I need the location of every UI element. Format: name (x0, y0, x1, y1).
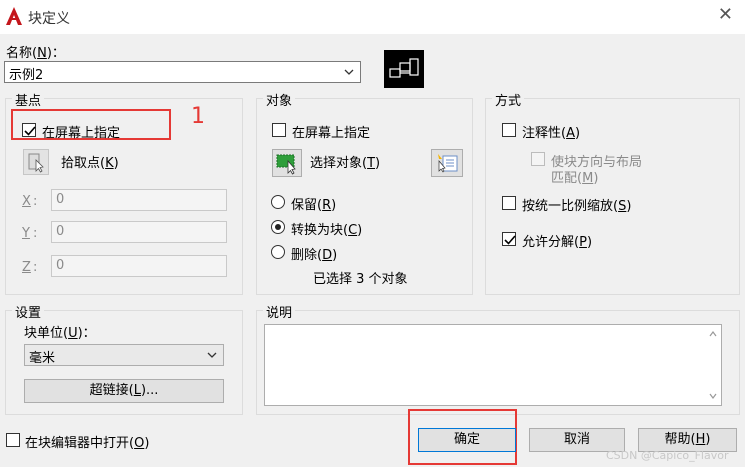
annotative-checkbox[interactable] (502, 123, 516, 137)
radio-selected-dot (275, 224, 281, 230)
pick-point-button[interactable] (23, 149, 49, 175)
select-objects-icon (276, 154, 296, 175)
settings-title: 设置 (12, 302, 45, 321)
block-unit-label: 块单位(U)： (24, 326, 96, 341)
x-field[interactable]: 0 (51, 189, 227, 211)
chevron-down-icon (344, 69, 354, 75)
allow-exploding-checkbox[interactable] (502, 232, 516, 246)
match-orientation-checkbox[interactable] (531, 152, 545, 166)
z-value: 0 (56, 258, 65, 273)
description-textarea[interactable] (264, 324, 722, 406)
scale-uniformly-checkbox[interactable] (502, 196, 516, 210)
y-field[interactable]: 0 (51, 221, 227, 243)
z-field[interactable]: 0 (51, 255, 227, 277)
open-in-block-editor-label: 在块编辑器中打开(O) (25, 436, 150, 451)
block-unit-value: 毫米 (29, 351, 56, 366)
autocad-logo-icon (6, 7, 22, 25)
objects-specify-label: 在屏幕上指定 (292, 126, 371, 141)
select-objects-label: 选择对象(T) (310, 156, 381, 171)
behavior-title: 方式 (492, 90, 525, 109)
allow-exploding-label: 允许分解(P) (522, 235, 593, 250)
scale-uniformly-label: 按统一比例缩放(S) (522, 199, 632, 214)
convert-to-block-radio[interactable] (271, 220, 285, 234)
z-colon: : (33, 260, 38, 275)
block-unit-select[interactable]: 毫米 (24, 344, 224, 366)
name-value: 示例2 (9, 68, 44, 83)
objects-specify-checkbox[interactable] (272, 123, 286, 137)
checkmark-icon (504, 235, 516, 245)
basepoint-specify-label: 在屏幕上指定 (42, 126, 121, 141)
objects-title: 对象 (263, 90, 296, 109)
open-in-block-editor-checkbox[interactable] (6, 433, 20, 447)
x-colon: : (33, 194, 38, 209)
retain-label: 保留(R) (291, 198, 337, 213)
scroll-down-icon[interactable] (708, 391, 718, 401)
selected-status: 已选择 3 个对象 (313, 272, 408, 287)
quick-select-button[interactable] (431, 149, 463, 177)
ok-button[interactable]: 确定 (418, 428, 516, 452)
name-label: 名称(N)： (6, 46, 65, 61)
name-combobox[interactable]: 示例2 (4, 61, 361, 83)
watermark: CSDN @Capico_Flavor (606, 449, 729, 462)
title-bar: 块定义 ✕ (0, 0, 745, 34)
window-title: 块定义 (28, 11, 70, 27)
checkmark-icon (24, 126, 36, 136)
annotation-number: 1 (191, 104, 205, 129)
chevron-down-icon (207, 352, 217, 358)
pick-point-icon (28, 153, 44, 173)
close-icon[interactable]: ✕ (718, 5, 733, 25)
y-value: 0 (56, 224, 65, 239)
quick-select-icon (438, 154, 458, 173)
retain-radio[interactable] (271, 195, 285, 209)
basepoint-specify-checkbox[interactable] (22, 123, 36, 137)
x-value: 0 (56, 192, 65, 207)
delete-radio[interactable] (271, 245, 285, 259)
y-label: Y (22, 226, 30, 241)
convert-to-block-label: 转换为块(C) (291, 223, 363, 238)
pick-point-label: 拾取点(K) (61, 156, 119, 171)
match-orientation-label-line2: 匹配(M) (551, 171, 599, 186)
y-colon: : (33, 226, 38, 241)
block-preview-icon (384, 50, 424, 88)
x-label: X (22, 194, 31, 209)
hyperlink-button[interactable]: 超链接(L)... (24, 379, 224, 403)
basepoint-title: 基点 (12, 90, 45, 109)
z-label: Z (22, 260, 31, 275)
description-title: 说明 (263, 302, 296, 321)
select-objects-button[interactable] (272, 149, 302, 177)
delete-label: 删除(D) (291, 248, 338, 263)
annotative-label: 注释性(A) (522, 126, 581, 141)
scroll-up-icon[interactable] (708, 329, 718, 339)
